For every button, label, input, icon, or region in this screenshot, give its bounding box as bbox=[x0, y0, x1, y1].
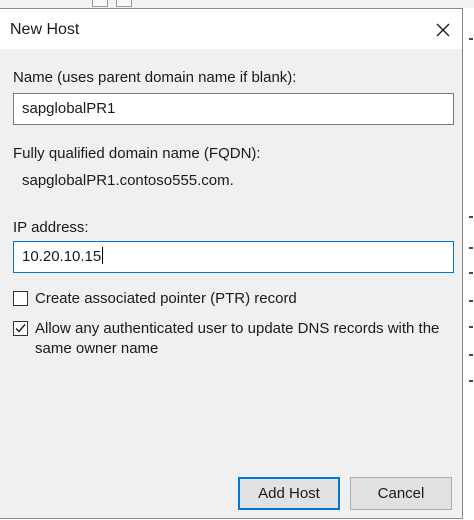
toolbar-icon bbox=[116, 0, 132, 7]
background-mark bbox=[469, 272, 473, 274]
fqdn-field: sapglobalPR1.contoso555.com. bbox=[13, 165, 454, 197]
background-toolbar bbox=[0, 0, 474, 8]
text-caret bbox=[102, 247, 104, 264]
background-mark bbox=[469, 300, 473, 302]
ip-address-label: IP address: bbox=[13, 219, 89, 236]
background-mark bbox=[469, 216, 473, 218]
update-checkbox-label[interactable]: Allow any authenticated user to update D… bbox=[35, 319, 455, 359]
ptr-checkbox[interactable] bbox=[13, 291, 28, 306]
ip-address-value: 10.20.10.15 bbox=[22, 248, 102, 265]
ptr-checkbox-label[interactable]: Create associated pointer (PTR) record bbox=[35, 289, 455, 309]
name-label: Name (uses parent domain name if blank): bbox=[13, 69, 297, 86]
add-host-button[interactable]: Add Host bbox=[238, 477, 340, 510]
dialog-title: New Host bbox=[10, 21, 80, 38]
background-mark bbox=[469, 38, 473, 40]
background-mark bbox=[469, 380, 473, 382]
ip-address-input[interactable]: 10.20.10.15 bbox=[13, 241, 454, 273]
dialog-titlebar: New Host bbox=[0, 9, 462, 49]
toolbar-icon bbox=[92, 0, 108, 7]
name-input[interactable]: sapglobalPR1 bbox=[13, 93, 454, 125]
cancel-button[interactable]: Cancel bbox=[350, 477, 452, 510]
close-button[interactable] bbox=[424, 15, 462, 45]
background-mark bbox=[469, 354, 473, 356]
update-checkbox[interactable] bbox=[13, 321, 28, 336]
fqdn-label: Fully qualified domain name (FQDN): bbox=[13, 145, 261, 162]
background-mark bbox=[469, 247, 473, 249]
new-host-dialog: New Host Name (uses parent domain name i… bbox=[0, 8, 463, 519]
background-mark bbox=[469, 326, 473, 328]
close-icon bbox=[436, 23, 450, 37]
checkmark-icon bbox=[15, 324, 26, 333]
